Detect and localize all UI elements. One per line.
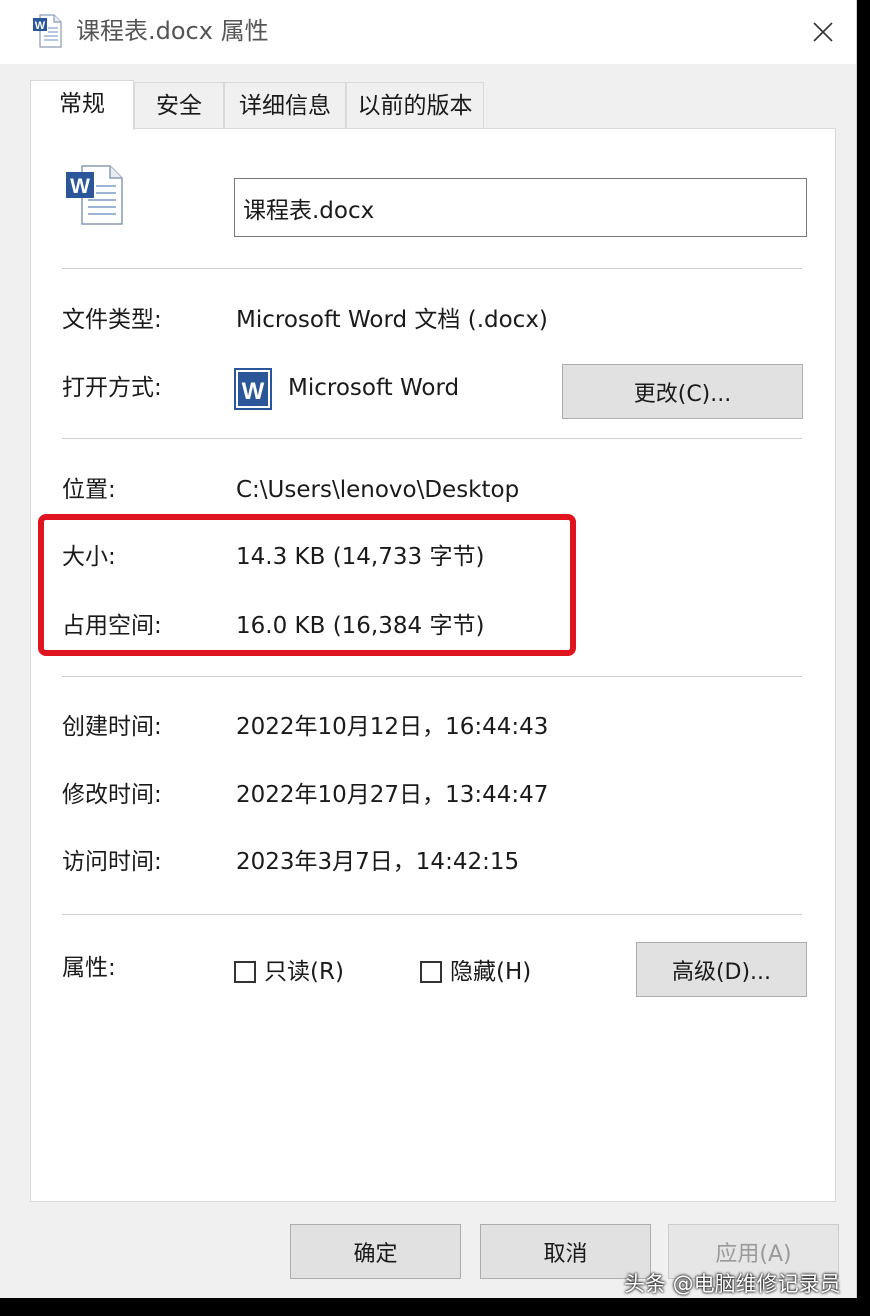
properties-dialog: W 课程表.docx 属性 常规 安全 详细信息 以前的版本 W 文件类型: M… <box>0 0 857 1298</box>
close-button[interactable] <box>800 10 846 54</box>
watermark: 头条 @电脑维修记录员 <box>624 1272 841 1296</box>
opens-with-label: 打开方式: <box>62 375 162 401</box>
opens-with-value: Microsoft Word <box>288 375 460 401</box>
svg-text:W: W <box>35 20 46 32</box>
word-document-icon: W <box>33 14 62 48</box>
ok-button[interactable]: 确定 <box>290 1224 461 1279</box>
close-icon <box>813 22 833 42</box>
tab-general[interactable]: 常规 <box>30 80 134 130</box>
red-highlight-box <box>38 514 576 656</box>
word-document-icon: W <box>66 165 123 225</box>
change-button[interactable]: 更改(C)... <box>562 364 803 419</box>
separator <box>62 268 802 269</box>
accessed-label: 访问时间: <box>62 849 162 875</box>
tab-details[interactable]: 详细信息 <box>224 82 346 128</box>
accessed-value: 2023年3月7日，14:42:15 <box>236 849 520 875</box>
created-label: 创建时间: <box>62 714 162 740</box>
title-bar: W 课程表.docx 属性 <box>0 0 856 64</box>
readonly-checkbox[interactable]: 只读(R) <box>234 956 344 988</box>
file-type-label: 文件类型: <box>62 307 162 333</box>
file-name-input[interactable] <box>234 178 807 237</box>
hidden-label: 隐藏(H) <box>450 959 532 985</box>
separator <box>62 438 802 439</box>
readonly-label: 只读(R) <box>264 959 344 985</box>
window-title: 课程表.docx 属性 <box>76 17 269 45</box>
separator <box>62 676 802 677</box>
attributes-label: 属性: <box>62 955 116 981</box>
general-tab-panel <box>30 128 836 1202</box>
svg-text:W: W <box>70 175 90 198</box>
checkbox-box[interactable] <box>234 961 256 983</box>
svg-text:W: W <box>242 378 265 405</box>
advanced-button[interactable]: 高级(D)... <box>636 942 807 997</box>
modified-value: 2022年10月27日，13:44:47 <box>236 782 549 808</box>
tab-security[interactable]: 安全 <box>134 82 224 128</box>
created-value: 2022年10月12日，16:44:43 <box>236 714 549 740</box>
hidden-checkbox[interactable]: 隐藏(H) <box>420 956 531 988</box>
location-label: 位置: <box>62 477 116 503</box>
checkbox-box[interactable] <box>420 961 442 983</box>
tab-previous-versions[interactable]: 以前的版本 <box>346 82 484 128</box>
file-type-value: Microsoft Word 文档 (.docx) <box>236 307 548 333</box>
word-app-icon: W <box>234 368 272 410</box>
location-value: C:\Users\lenovo\Desktop <box>236 477 520 503</box>
separator <box>62 914 802 915</box>
modified-label: 修改时间: <box>62 782 162 808</box>
